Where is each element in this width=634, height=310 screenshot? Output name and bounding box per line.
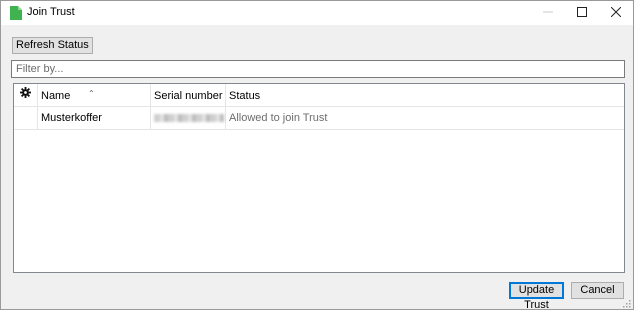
filter-input[interactable] bbox=[11, 60, 625, 78]
column-header-status[interactable]: Status bbox=[226, 84, 624, 106]
sort-ascending-icon: ⌃ bbox=[88, 89, 95, 98]
redacted-serial bbox=[154, 114, 224, 122]
devices-table: ⌃ Name Serial number Status Musterkoffer… bbox=[13, 83, 625, 273]
column-header-name[interactable]: ⌃ Name bbox=[38, 84, 151, 106]
column-header-serial[interactable]: Serial number bbox=[151, 84, 226, 106]
close-button[interactable] bbox=[599, 1, 633, 25]
green-document-icon bbox=[9, 5, 23, 21]
close-icon bbox=[610, 6, 622, 20]
minimize-icon bbox=[543, 7, 553, 20]
table-header: ⌃ Name Serial number Status bbox=[14, 84, 624, 107]
maximize-icon bbox=[577, 6, 587, 20]
row-serial-cell bbox=[151, 107, 226, 129]
join-trust-dialog: Join Trust Refresh Status Filter by... ⌃… bbox=[0, 0, 634, 310]
resize-grip-icon[interactable] bbox=[623, 299, 631, 308]
maximize-button[interactable] bbox=[565, 1, 599, 25]
dialog-content: Refresh Status Filter by... ⌃ Name Seria… bbox=[1, 25, 633, 309]
row-gutter bbox=[14, 107, 38, 129]
row-status-cell: Allowed to join Trust bbox=[229, 112, 328, 124]
update-trust-button[interactable]: Update Trust bbox=[509, 282, 564, 309]
window-title: Join Trust bbox=[27, 6, 75, 18]
column-header-name-label: Name bbox=[41, 90, 71, 102]
row-name-cell: Musterkoffer bbox=[38, 107, 151, 129]
column-header-status-label: Status bbox=[229, 90, 261, 102]
column-header-serial-label: Serial number bbox=[154, 90, 223, 102]
minimize-button[interactable] bbox=[531, 1, 565, 25]
title-bar[interactable]: Join Trust bbox=[1, 1, 633, 25]
gear-icon bbox=[20, 83, 31, 107]
table-row[interactable]: Musterkoffer Allowed to join Trust bbox=[14, 107, 624, 130]
cancel-button[interactable]: Cancel bbox=[571, 282, 624, 299]
column-settings-header[interactable] bbox=[14, 84, 38, 106]
refresh-status-button[interactable]: Refresh Status bbox=[12, 37, 93, 54]
